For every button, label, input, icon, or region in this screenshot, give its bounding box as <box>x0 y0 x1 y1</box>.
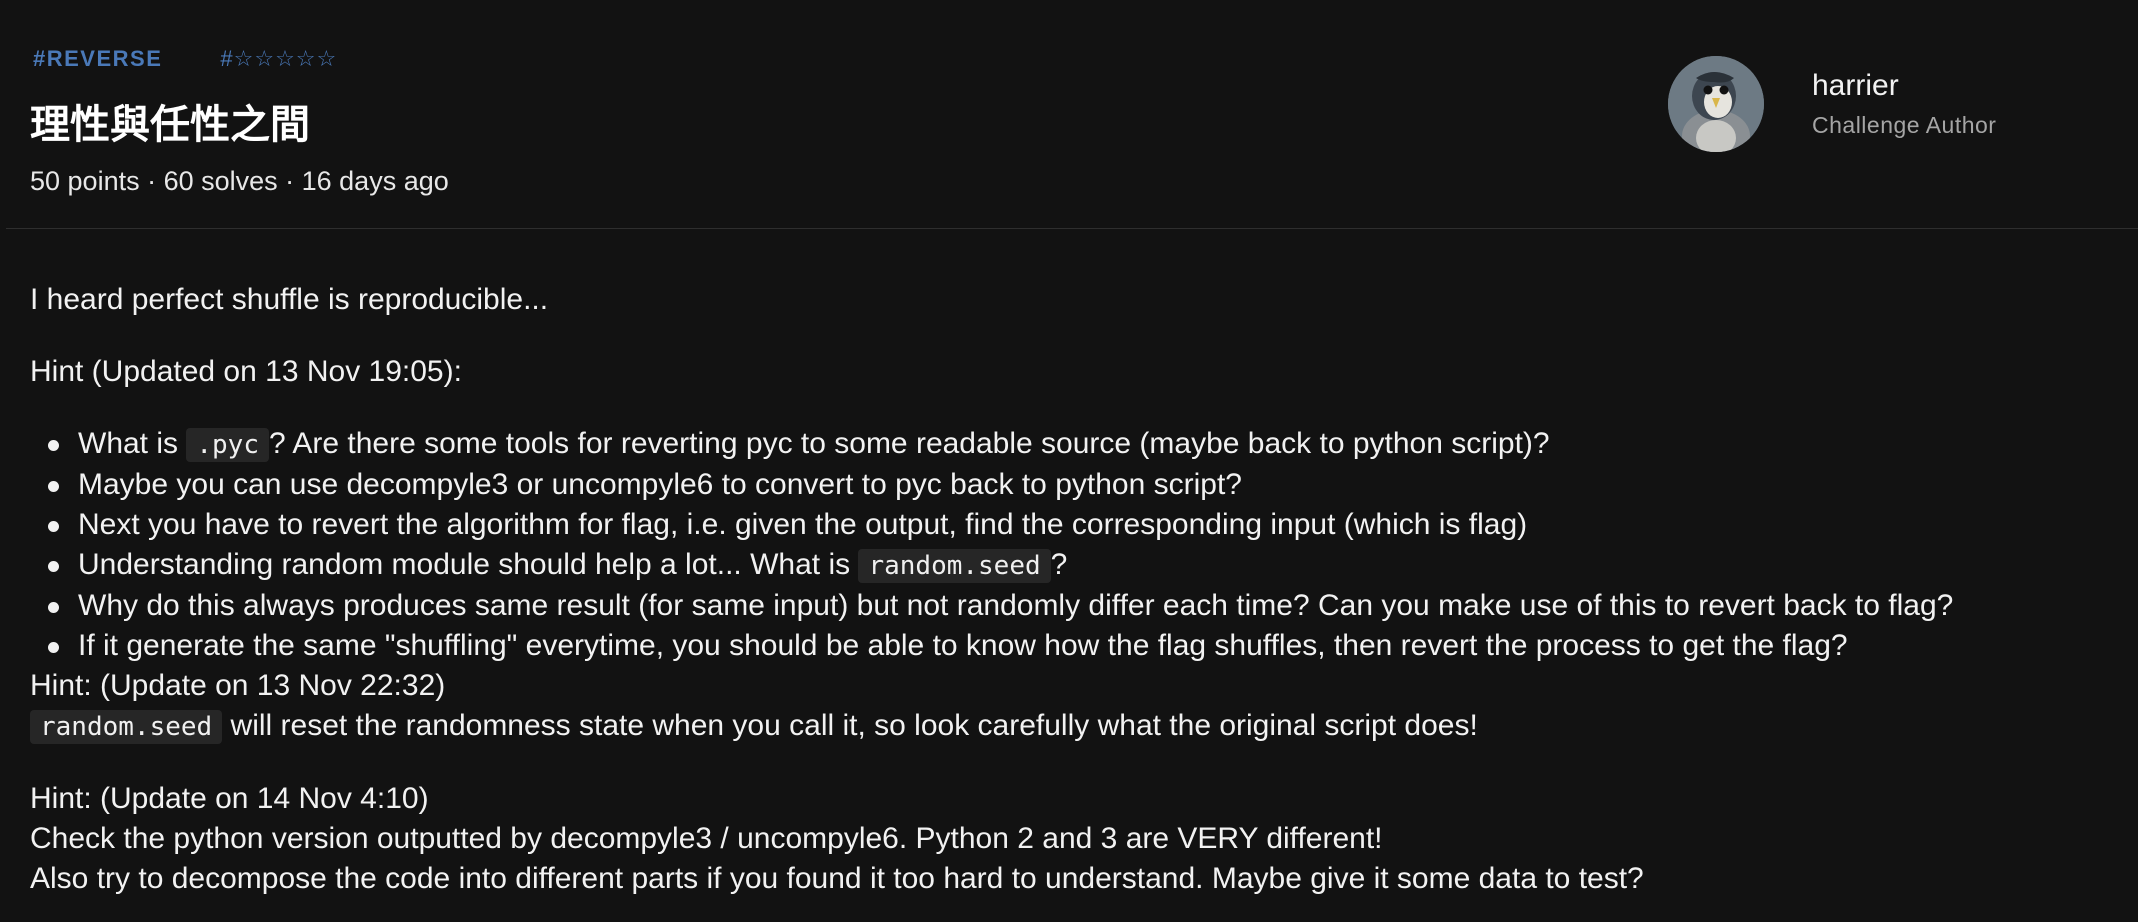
list-item: Next you have to revert the algorithm fo… <box>48 505 2120 545</box>
list-item: Understanding random module should help … <box>48 545 2120 586</box>
avatar[interactable] <box>1668 56 1764 152</box>
list-item: Why do this always produces same result … <box>48 586 2120 626</box>
description-intro: I heard perfect shuffle is reproducible.… <box>30 283 549 316</box>
bird-avatar-icon <box>1668 56 1764 152</box>
list-item: What is .pyc? Are there some tools for r… <box>48 424 2120 465</box>
author-card[interactable]: harrier Challenge Author <box>1668 56 1996 152</box>
challenge-description: I heard perfect shuffle is reproducible.… <box>30 280 2120 899</box>
author-role: Challenge Author <box>1812 112 1997 138</box>
header-divider <box>6 228 2138 229</box>
challenge-title: 理性與任性之間 <box>30 102 310 148</box>
inline-code: random.seed <box>858 549 1051 583</box>
difficulty-tag[interactable]: #☆☆☆☆☆ <box>220 46 337 72</box>
category-tag[interactable]: #REVERSE <box>33 46 162 72</box>
hint-text-after: ? <box>1050 548 1068 581</box>
challenge-tags: #REVERSE #☆☆☆☆☆ <box>33 46 337 72</box>
hint-text-after: ? Are there some tools for reverting pyc… <box>268 427 1550 460</box>
hint2-text: will reset the randomness state when you… <box>222 709 1478 742</box>
hint2-body: random.seed will reset the randomness st… <box>30 706 2120 747</box>
hint3-line1: Check the python version outputted by de… <box>30 822 1383 855</box>
challenge-header: #REVERSE #☆☆☆☆☆ 理性與任性之間 50 points · 60 s… <box>0 0 2138 228</box>
author-name[interactable]: harrier <box>1812 69 1996 102</box>
list-item: Maybe you can use decompyle3 or uncompyl… <box>48 465 2120 505</box>
hint-text-before: What is <box>78 427 187 460</box>
hint2-title: Hint: (Update on 13 Nov 22:32) <box>30 669 446 702</box>
hint1-title: Hint (Updated on 13 Nov 19:05): <box>30 355 462 388</box>
inline-code: random.seed <box>30 710 223 744</box>
inline-code: .pyc <box>186 428 269 462</box>
author-info: harrier Challenge Author <box>1812 69 1996 139</box>
challenge-meta: 50 points · 60 solves · 16 days ago <box>30 166 449 196</box>
hint3-line2: Also try to decompose the code into diff… <box>30 862 1644 895</box>
hint3-title: Hint: (Update on 14 Nov 4:10) <box>30 782 429 815</box>
hint-text-before: Understanding random module should help … <box>78 548 859 581</box>
hint1-list: What is .pyc? Are there some tools for r… <box>30 424 2120 666</box>
list-item: If it generate the same "shuffling" ever… <box>48 626 2120 666</box>
